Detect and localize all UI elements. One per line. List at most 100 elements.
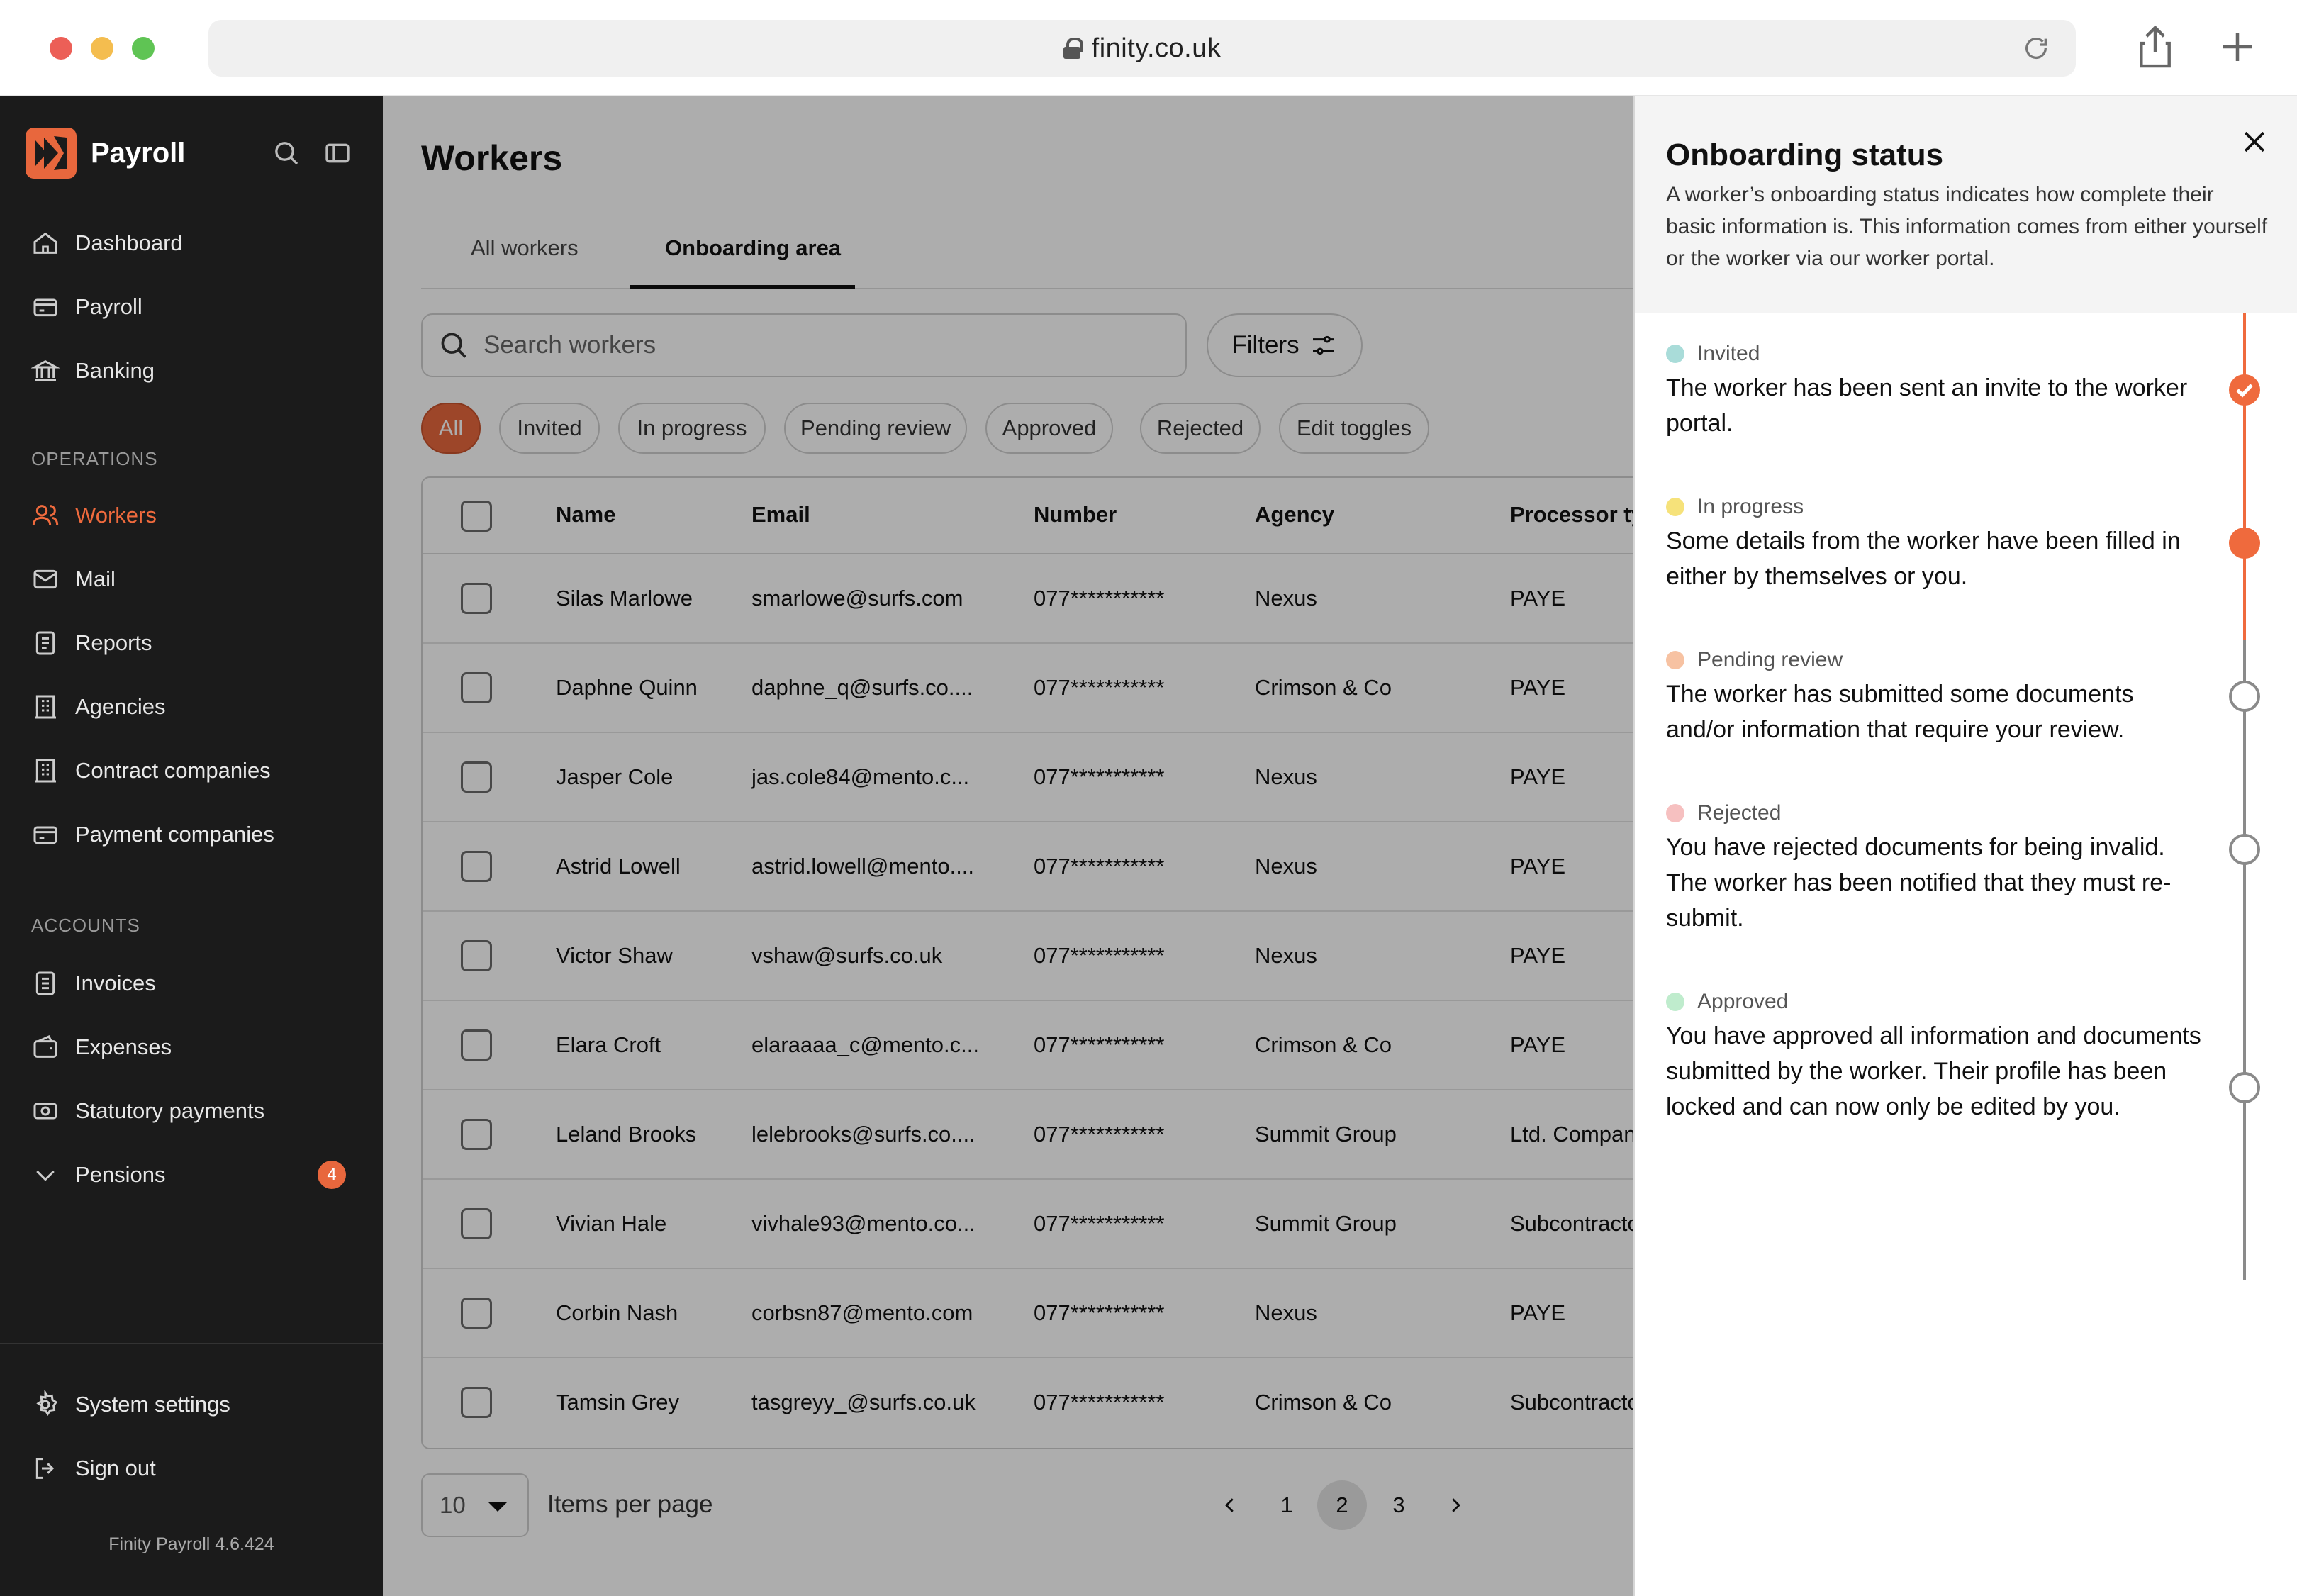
status-label: Pending review <box>1697 648 1843 671</box>
timeline-remaining-line <box>2243 640 2246 1280</box>
status-label: Invited <box>1697 342 1760 365</box>
sidebar-item-label: Workers <box>75 503 157 528</box>
status-dot-icon <box>1666 345 1684 363</box>
sidebar-item-workers[interactable]: Workers <box>31 498 157 533</box>
sidebar-item-label: Expenses <box>75 1034 172 1059</box>
status-invited: Invited The worker has been sent an invi… <box>1666 342 2205 441</box>
building-icon <box>35 759 56 783</box>
status-label: In progress <box>1697 495 1804 518</box>
modal-backdrop[interactable] <box>383 96 1633 1596</box>
timeline-node-pending-review <box>2229 681 2260 712</box>
sidebar-item-label: Statutory payments <box>75 1098 265 1123</box>
close-window-button[interactable] <box>50 37 72 60</box>
timeline-node-invited <box>2229 374 2260 406</box>
status-dot-icon <box>1666 804 1684 822</box>
sidebar-item-label: Invoices <box>75 971 156 995</box>
wallet-icon <box>33 1035 57 1058</box>
timeline-node-approved <box>2229 1072 2260 1103</box>
cash-icon <box>33 1103 57 1120</box>
onboarding-status-panel: Onboarding status A worker’s onboarding … <box>1633 96 2297 1596</box>
invoice-icon <box>35 971 55 995</box>
status-description: You have rejected documents for being in… <box>1666 834 2172 932</box>
report-icon <box>35 631 55 655</box>
sidebar-item-dashboard[interactable]: Dashboard <box>31 225 183 261</box>
payroll-logo-icon <box>26 128 77 179</box>
status-dot-icon <box>1666 651 1684 669</box>
sidebar-item-payroll[interactable]: Payroll <box>31 289 142 325</box>
status-label: Rejected <box>1697 801 1782 825</box>
section-label-accounts: ACCOUNTS <box>31 915 140 936</box>
sign-out-icon <box>35 1458 55 1479</box>
gear-icon <box>36 1390 58 1417</box>
brand-name: Payroll <box>91 137 186 169</box>
timeline-progress-line <box>2243 313 2246 640</box>
status-description: You have approved all information and do… <box>1666 1022 2201 1120</box>
home-icon <box>33 232 57 254</box>
card-icon <box>33 298 57 317</box>
sidebar-item-payment-companies[interactable]: Payment companies <box>31 817 274 852</box>
status-label: Approved <box>1697 990 1789 1013</box>
panel-description: A worker’s onboarding status indicates h… <box>1666 183 2268 270</box>
sidebar-item-label: System settings <box>75 1392 230 1417</box>
sidebar-item-label: Dashboard <box>75 230 183 255</box>
status-description: Some details from the worker have been f… <box>1666 528 2181 590</box>
status-dot-icon <box>1666 993 1684 1011</box>
status-description: The worker has submitted some documents … <box>1666 681 2134 743</box>
panel-title: Onboarding status <box>1666 138 1944 172</box>
timeline-node-rejected <box>2229 834 2260 865</box>
sidebar-item-system-settings[interactable]: System settings <box>31 1387 230 1422</box>
bank-icon <box>31 359 60 381</box>
sidebar-item-label: Sign out <box>75 1456 156 1480</box>
sidebar-item-expenses[interactable]: Expenses <box>31 1029 172 1065</box>
mail-icon <box>33 569 57 589</box>
app-version: Finity Payroll 4.6.424 <box>108 1534 274 1554</box>
status-description: The worker has been sent an invite to th… <box>1666 374 2188 437</box>
status-pending-review: Pending review The worker has submitted … <box>1666 648 2205 747</box>
status-approved: Approved You have approved all informati… <box>1666 990 2205 1125</box>
sidebar-item-pensions[interactable]: Pensions <box>31 1157 166 1193</box>
search-icon[interactable] <box>272 139 301 167</box>
sidebar-item-sign-out[interactable]: Sign out <box>31 1451 156 1486</box>
sidebar-item-label: Banking <box>75 358 155 383</box>
sidebar-item-contract-companies[interactable]: Contract companies <box>31 753 271 788</box>
new-tab-icon[interactable] <box>2216 24 2259 69</box>
minimize-window-button[interactable] <box>91 37 113 60</box>
sidebar-item-label: Agencies <box>75 694 166 719</box>
building-icon <box>35 695 56 719</box>
sidebar-item-agencies[interactable]: Agencies <box>31 689 166 725</box>
sidebar-item-label: Pensions <box>75 1162 166 1187</box>
timeline-node-in-progress <box>2229 528 2260 559</box>
browser-chrome: finity.co.uk <box>0 0 2297 96</box>
sidebar-item-label: Payroll <box>75 294 142 319</box>
reload-icon[interactable] <box>2022 34 2050 62</box>
chevron-down-icon <box>36 1170 55 1181</box>
sidebar: Payroll Dashboard Payroll Banking OPERAT… <box>0 96 383 1596</box>
status-dot-icon <box>1666 498 1684 516</box>
sidebar-item-mail[interactable]: Mail <box>31 562 116 597</box>
card-icon <box>33 826 57 844</box>
address-bar[interactable]: finity.co.uk <box>208 20 2076 77</box>
sidebar-divider <box>0 1343 383 1344</box>
sidebar-item-label: Contract companies <box>75 758 271 783</box>
sidebar-item-reports[interactable]: Reports <box>31 625 152 661</box>
sidebar-item-invoices[interactable]: Invoices <box>31 966 156 1001</box>
sidebar-item-label: Mail <box>75 567 116 591</box>
sidebar-item-banking[interactable]: Banking <box>31 353 155 389</box>
share-icon[interactable] <box>2134 24 2176 69</box>
check-icon <box>2236 384 2253 398</box>
status-rejected: Rejected You have rejected documents for… <box>1666 801 2205 936</box>
close-icon[interactable] <box>2239 126 2270 157</box>
sidebar-toggle-icon[interactable] <box>323 139 352 167</box>
users-icon <box>32 505 59 525</box>
panel-header: Onboarding status A worker’s onboarding … <box>1635 96 2297 313</box>
sidebar-item-label: Payment companies <box>75 822 274 847</box>
url-text: finity.co.uk <box>1091 33 1222 63</box>
brand[interactable]: Payroll <box>26 128 185 179</box>
section-label-operations: OPERATIONS <box>31 448 158 469</box>
maximize-window-button[interactable] <box>132 37 155 60</box>
pensions-badge: 4 <box>318 1161 346 1189</box>
sidebar-item-label: Reports <box>75 630 152 655</box>
status-in-progress: In progress Some details from the worker… <box>1666 495 2205 594</box>
lock-icon <box>1063 38 1083 59</box>
sidebar-item-statutory-payments[interactable]: Statutory payments <box>31 1093 264 1129</box>
